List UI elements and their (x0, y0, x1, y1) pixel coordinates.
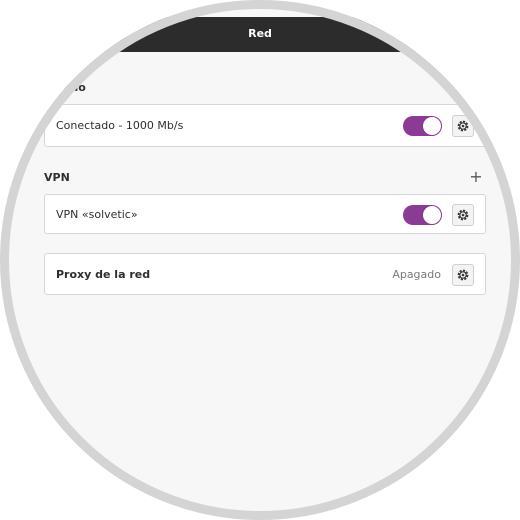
vpn-connection-card: VPN «solvetic» (44, 194, 486, 234)
wired-settings-button[interactable] (452, 115, 474, 137)
gear-icon (457, 209, 469, 221)
zoomed-window: Red …ado Conectado - 1000 Mb/s VPN + VPN… (0, 0, 520, 520)
vpn-connection-label: VPN «solvetic» (56, 208, 138, 221)
vpn-settings-button[interactable] (452, 204, 474, 226)
proxy-status: Apagado (392, 268, 441, 281)
proxy-label: Proxy de la red (56, 268, 151, 281)
vpn-toggle-switch[interactable] (403, 205, 442, 225)
plus-icon[interactable]: + (469, 169, 483, 185)
proxy-card[interactable]: Proxy de la red Apagado (44, 253, 486, 295)
proxy-settings-button[interactable] (452, 264, 474, 286)
window-header: Red (0, 17, 520, 52)
vpn-section-heading: VPN (44, 171, 70, 184)
wired-connection-label: Conectado - 1000 Mb/s (56, 119, 184, 132)
wired-section-heading: …ado (52, 81, 86, 94)
toggle-knob (423, 117, 441, 135)
wired-connection-card: Conectado - 1000 Mb/s (44, 104, 486, 147)
wired-toggle-switch[interactable] (403, 116, 442, 136)
toggle-knob (423, 206, 441, 224)
window-title: Red (248, 27, 272, 40)
gear-icon (457, 269, 469, 281)
gear-icon (457, 120, 469, 132)
